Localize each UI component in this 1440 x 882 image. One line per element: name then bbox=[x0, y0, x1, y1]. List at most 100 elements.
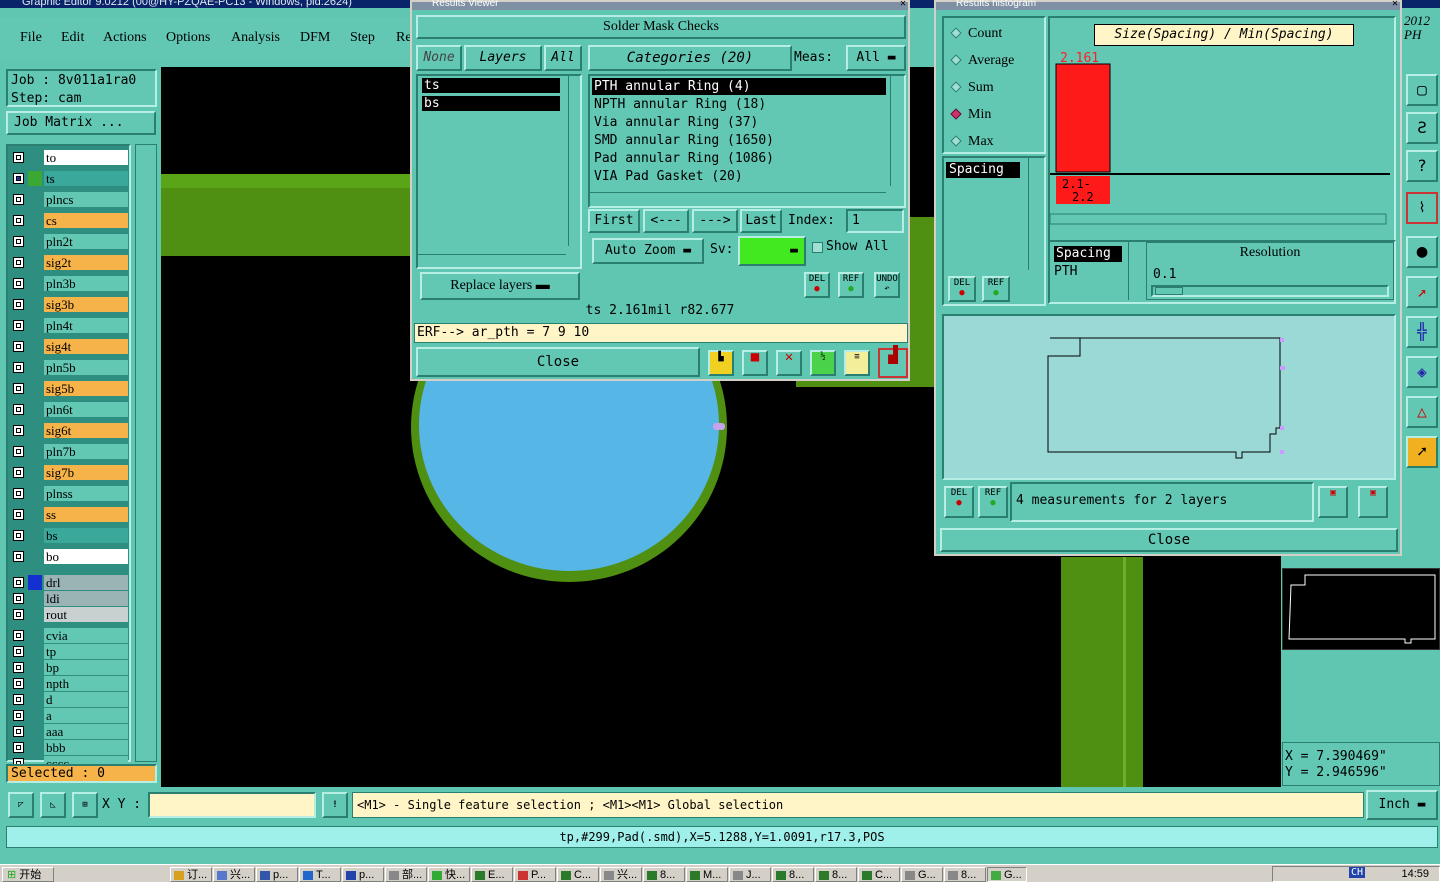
record-icon[interactable]: ■ bbox=[742, 350, 768, 376]
layer-row-tp[interactable]: tp bbox=[10, 644, 128, 659]
menu-dfm[interactable]: DFM bbox=[300, 30, 330, 46]
layer-checkbox[interactable] bbox=[13, 726, 24, 737]
layer-checkbox[interactable] bbox=[13, 257, 24, 268]
layer-row-cs[interactable]: cs bbox=[10, 213, 128, 228]
layer-name[interactable]: bs bbox=[44, 528, 128, 543]
close-icon[interactable]: ✕ bbox=[900, 0, 906, 9]
layer-checkbox[interactable] bbox=[13, 488, 24, 499]
layer-checkbox[interactable] bbox=[13, 662, 24, 673]
layer-name[interactable]: pln7b bbox=[44, 444, 128, 459]
layer-row-bs[interactable]: bs bbox=[10, 528, 128, 543]
layer-name[interactable]: pln2t bbox=[44, 234, 128, 249]
layer-name[interactable]: aaa bbox=[44, 724, 128, 739]
layer-name[interactable]: pln5b bbox=[44, 360, 128, 375]
layer-checkbox[interactable] bbox=[13, 236, 24, 247]
layer-name[interactable]: drl bbox=[44, 575, 128, 590]
layer-name[interactable]: sig4t bbox=[44, 339, 128, 354]
layers-button[interactable]: Layers bbox=[464, 45, 542, 71]
layer-row-bo[interactable]: bo bbox=[10, 549, 128, 564]
triangle-icon[interactable]: △ bbox=[1406, 396, 1438, 428]
layer-row-sig7b[interactable]: sig7b bbox=[10, 465, 128, 480]
layer-name[interactable]: rout bbox=[44, 607, 128, 622]
layer-name[interactable]: sig2t bbox=[44, 255, 128, 270]
layer-checkbox[interactable] bbox=[13, 742, 24, 753]
taskbar-item[interactable]: J... bbox=[729, 867, 771, 882]
histogram-icon[interactable]: ▟ bbox=[878, 347, 908, 378]
layer-checkbox[interactable] bbox=[13, 678, 24, 689]
layer-row-ldi[interactable]: ldi bbox=[10, 591, 128, 606]
layer-name[interactable]: plnss bbox=[44, 486, 128, 501]
layer-checkbox[interactable] bbox=[13, 173, 24, 184]
taskbar-item[interactable]: G... bbox=[987, 867, 1027, 882]
histogram-close-icon[interactable]: ✕ bbox=[1392, 0, 1398, 9]
layer-name[interactable]: ss bbox=[44, 507, 128, 522]
stat-option-max[interactable]: Max bbox=[950, 134, 994, 150]
layer-checkbox[interactable] bbox=[13, 467, 24, 478]
report-icon[interactable]: ≡ bbox=[844, 350, 870, 376]
layer-name[interactable]: bbb bbox=[44, 740, 128, 755]
replace-layers-button[interactable]: Replace layers ▬ bbox=[420, 272, 580, 300]
layer-checkbox[interactable] bbox=[13, 694, 24, 705]
layer-row-bbb[interactable]: bbb bbox=[10, 740, 128, 755]
zoom-out-icon[interactable]: ◺ bbox=[40, 792, 66, 818]
route-icon[interactable]: ⌇ bbox=[1406, 192, 1438, 224]
zoom-fit-icon[interactable]: ▣ bbox=[1318, 486, 1348, 518]
job-matrix-button[interactable]: Job Matrix ... bbox=[6, 111, 156, 135]
info-icon[interactable]: ! bbox=[322, 792, 348, 818]
stat-option-count[interactable]: Count bbox=[950, 26, 1002, 42]
taskbar-item[interactable]: 订... bbox=[170, 867, 212, 882]
hist-ref-icon[interactable]: REF ● bbox=[982, 276, 1010, 302]
taskbar-item[interactable]: 兴... bbox=[213, 867, 255, 882]
taskbar-item[interactable]: 8... bbox=[944, 867, 986, 882]
layer-row-aaa[interactable]: aaa bbox=[10, 724, 128, 739]
layer-name[interactable]: ts bbox=[44, 171, 128, 186]
taskbar-item[interactable]: 部... bbox=[385, 867, 427, 882]
layer-name[interactable]: bp bbox=[44, 660, 128, 675]
layer-name[interactable]: bo bbox=[44, 549, 128, 564]
s-path-icon[interactable]: Ƨ bbox=[1406, 112, 1438, 144]
meas-select[interactable]: All ▬ bbox=[846, 45, 906, 71]
category-item[interactable]: PTH annular Ring (4) bbox=[592, 78, 886, 95]
layer-name[interactable]: pln4t bbox=[44, 318, 128, 333]
index-input[interactable]: 1 bbox=[846, 209, 904, 233]
last-button[interactable]: Last bbox=[740, 209, 782, 233]
category-item[interactable]: VIA Pad Gasket (20) bbox=[592, 168, 886, 185]
category-vscroll[interactable] bbox=[890, 76, 904, 186]
taskbar-item[interactable]: C... bbox=[557, 867, 599, 882]
result-layer-ts[interactable]: ts bbox=[422, 78, 560, 93]
next-button[interactable]: ---> bbox=[692, 209, 738, 233]
histogram-hscroll[interactable] bbox=[1050, 213, 1387, 225]
layer-name[interactable]: d bbox=[44, 692, 128, 707]
layer-row-a[interactable]: a bbox=[10, 708, 128, 723]
layer-checkbox[interactable] bbox=[13, 362, 24, 373]
resolution-scroll[interactable] bbox=[1128, 242, 1142, 300]
taskbar-item[interactable]: 兴... bbox=[600, 867, 642, 882]
layer-row-pln6t[interactable]: pln6t bbox=[10, 402, 128, 417]
categories-button[interactable]: Categories (20) bbox=[588, 45, 792, 71]
layer-row-cvia[interactable]: cvia bbox=[10, 628, 128, 643]
unit-select[interactable]: Inch ▬ bbox=[1366, 790, 1438, 820]
layer-checkbox[interactable] bbox=[13, 609, 24, 620]
pad-icon[interactable]: ● bbox=[1406, 236, 1438, 268]
layer-checkbox[interactable] bbox=[13, 215, 24, 226]
results-close-button[interactable]: Close bbox=[416, 347, 700, 377]
layer-row-pln5b[interactable]: pln5b bbox=[10, 360, 128, 375]
taskbar-item[interactable]: C... bbox=[858, 867, 900, 882]
layer-row-plnss[interactable]: plnss bbox=[10, 486, 128, 501]
resolution-slider[interactable] bbox=[1151, 285, 1389, 297]
category-item[interactable]: NPTH annular Ring (18) bbox=[592, 96, 886, 113]
preview-del-icon[interactable]: DEL ● bbox=[944, 486, 974, 518]
start-button[interactable]: ⊞ 开始 bbox=[2, 867, 54, 882]
layer-name[interactable]: pln3b bbox=[44, 276, 128, 291]
first-button[interactable]: First bbox=[588, 209, 640, 233]
layer-checkbox[interactable] bbox=[13, 551, 24, 562]
ref-icon[interactable]: REF ● bbox=[838, 272, 864, 298]
menu-options[interactable]: Options bbox=[166, 30, 210, 46]
taskbar-item[interactable]: p... bbox=[256, 867, 298, 882]
auto-zoom-select[interactable]: Auto Zoom ▬ bbox=[592, 238, 704, 264]
layer-checkbox[interactable] bbox=[13, 299, 24, 310]
layer-checkbox[interactable] bbox=[13, 577, 24, 588]
taskbar-item[interactable]: 8... bbox=[815, 867, 857, 882]
stat-option-min[interactable]: Min bbox=[950, 107, 991, 123]
layer-row-pln2t[interactable]: pln2t bbox=[10, 234, 128, 249]
